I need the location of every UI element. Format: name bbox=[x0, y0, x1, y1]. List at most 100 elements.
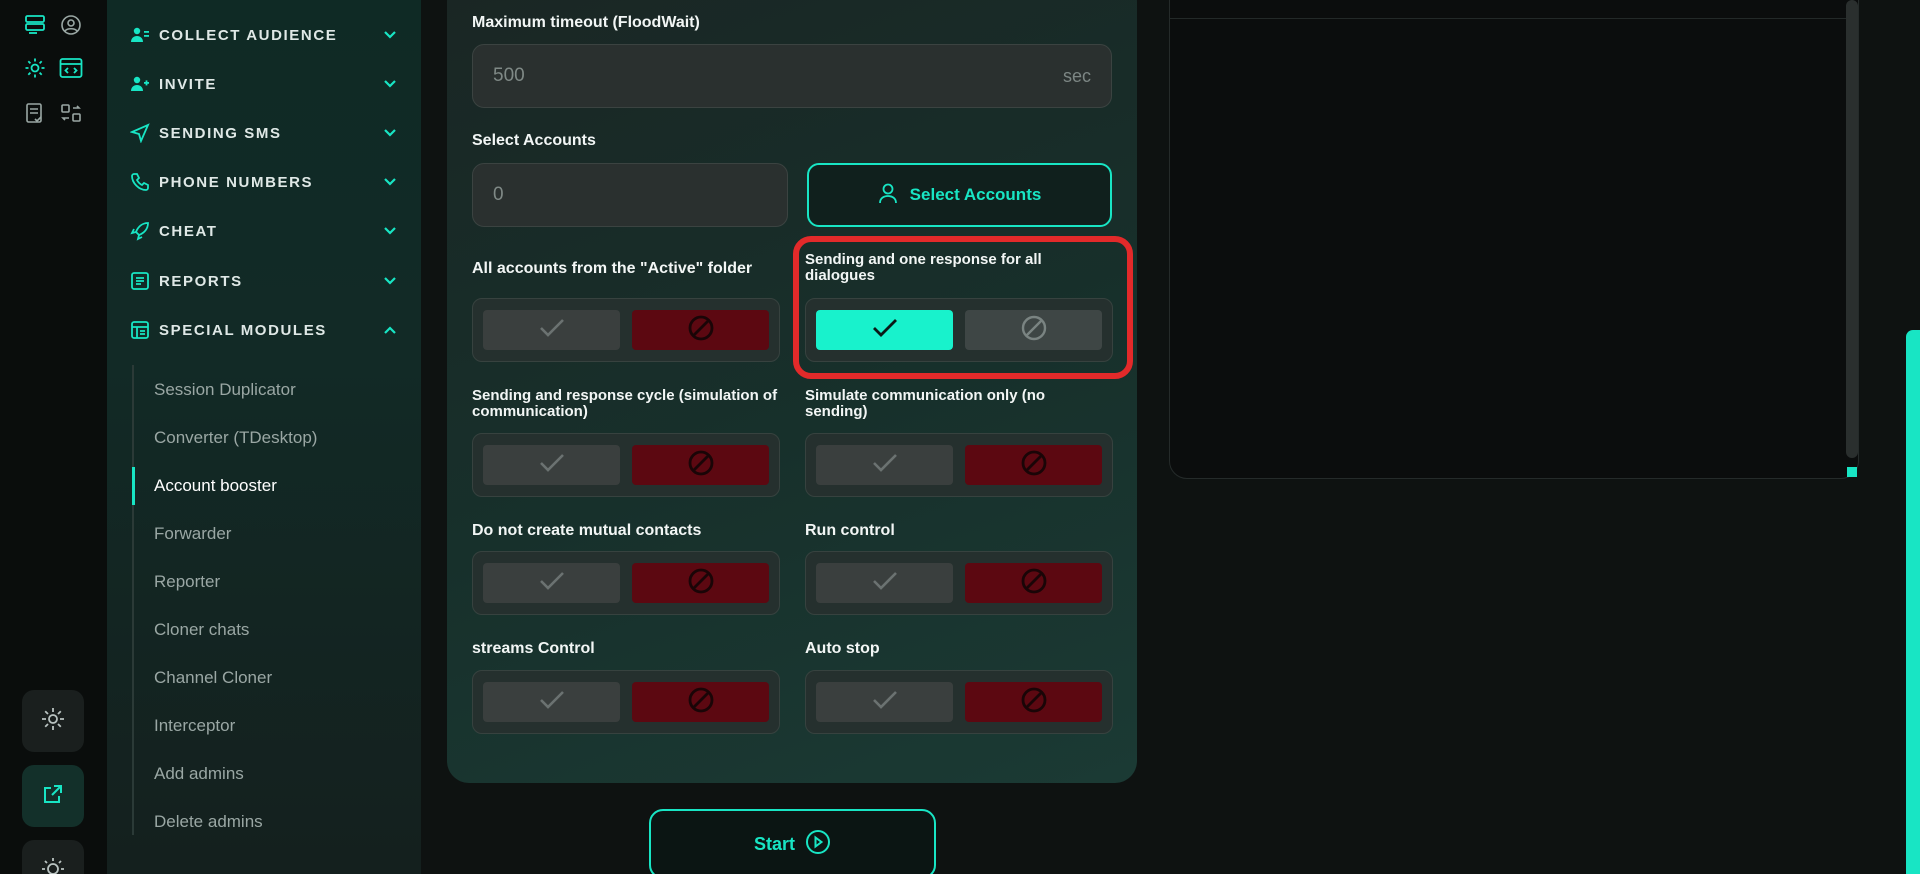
no-mutual-yes-button[interactable] bbox=[483, 563, 620, 603]
auto-stop-label: Auto stop bbox=[805, 640, 880, 657]
select-accounts-button[interactable]: Select Accounts bbox=[807, 163, 1112, 227]
active-folder-no-button[interactable] bbox=[632, 310, 769, 350]
simulate-only-yes-button[interactable] bbox=[816, 445, 953, 485]
active-folder-yes-button[interactable] bbox=[483, 310, 620, 350]
gear-icon[interactable] bbox=[22, 55, 48, 81]
sidebar-item-sending-sms[interactable]: SENDING SMS bbox=[129, 118, 399, 148]
play-circle-icon bbox=[795, 829, 831, 860]
submenu-item[interactable]: Forwarder bbox=[154, 524, 231, 544]
highlight-box bbox=[793, 236, 1133, 379]
response-cycle-yes-button[interactable] bbox=[483, 445, 620, 485]
log-panel bbox=[1169, 0, 1859, 479]
auto-stop-yes-button[interactable] bbox=[816, 682, 953, 722]
simulate-only-no-button[interactable] bbox=[965, 445, 1102, 485]
resize-handle[interactable] bbox=[1847, 467, 1857, 477]
sidebar-item-reports[interactable]: REPORTS bbox=[129, 266, 399, 296]
simulate-only-toggle bbox=[805, 433, 1113, 497]
code-window-icon[interactable] bbox=[58, 55, 84, 81]
run-control-yes-button[interactable] bbox=[816, 563, 953, 603]
active-folder-toggle bbox=[472, 298, 780, 362]
check-icon bbox=[538, 452, 566, 479]
check-icon bbox=[538, 570, 566, 597]
database-icon[interactable] bbox=[22, 12, 48, 38]
select-accounts-button-label: Select Accounts bbox=[909, 185, 1042, 204]
users-icon bbox=[129, 24, 151, 46]
active-indicator bbox=[132, 467, 135, 505]
app-window: COLLECT AUDIENCE INVITE SENDING SMS PHON… bbox=[0, 0, 1920, 874]
submenu-item[interactable]: Cloner chats bbox=[154, 620, 249, 640]
chevron-down-icon bbox=[381, 272, 399, 290]
run-control-label: Run control bbox=[805, 522, 895, 539]
response-cycle-no-button[interactable] bbox=[632, 445, 769, 485]
simulate-only-label: Simulate communication only (no sending) bbox=[805, 387, 1046, 420]
check-icon bbox=[871, 452, 899, 479]
no-mutual-no-button[interactable] bbox=[632, 563, 769, 603]
run-control-toggle bbox=[805, 551, 1113, 615]
start-button[interactable]: Start bbox=[649, 809, 936, 874]
auto-stop-no-button[interactable] bbox=[965, 682, 1102, 722]
ban-icon bbox=[1020, 686, 1048, 719]
external-link-button[interactable] bbox=[22, 765, 84, 827]
accounts-count-input[interactable]: 0 bbox=[472, 163, 788, 227]
sidebar-item-special-modules[interactable]: SPECIAL MODULES bbox=[129, 315, 399, 345]
streams-control-no-button[interactable] bbox=[632, 682, 769, 722]
check-icon bbox=[871, 689, 899, 716]
checklist-icon[interactable] bbox=[22, 100, 48, 126]
ban-icon bbox=[1020, 567, 1048, 600]
profile-icon[interactable] bbox=[58, 12, 84, 38]
modules-icon bbox=[129, 319, 151, 341]
chevron-down-icon bbox=[381, 124, 399, 142]
check-icon bbox=[538, 317, 566, 344]
streams-control-label: streams Control bbox=[472, 640, 595, 657]
submenu-item-active[interactable]: Account booster bbox=[154, 476, 277, 496]
sidebar-item-phone-numbers[interactable]: PHONE NUMBERS bbox=[129, 167, 399, 197]
submenu-item[interactable]: Delete admins bbox=[154, 812, 263, 832]
submenu-item[interactable]: Converter (TDesktop) bbox=[154, 428, 317, 448]
active-folder-label: All accounts from the "Active" folder bbox=[472, 260, 753, 277]
phone-icon bbox=[129, 171, 151, 193]
check-icon bbox=[538, 689, 566, 716]
theme-button[interactable] bbox=[22, 840, 84, 874]
settings-icon bbox=[40, 706, 66, 737]
external-link-icon bbox=[41, 782, 65, 811]
submenu-item[interactable]: Session Duplicator bbox=[154, 380, 296, 400]
settings-button[interactable] bbox=[22, 690, 84, 752]
user-icon bbox=[878, 182, 910, 209]
chevron-down-icon bbox=[381, 75, 399, 93]
timeout-label: Maximum timeout (FloodWait) bbox=[472, 14, 700, 31]
chevron-down-icon bbox=[381, 173, 399, 191]
sidebar-item-invite[interactable]: INVITE bbox=[129, 69, 399, 99]
streams-control-toggle bbox=[472, 670, 780, 734]
streams-control-yes-button[interactable] bbox=[483, 682, 620, 722]
user-plus-icon bbox=[129, 73, 151, 95]
select-accounts-label: Select Accounts bbox=[472, 132, 596, 149]
sidebar-item-cheat[interactable]: CHEAT bbox=[129, 216, 399, 246]
response-cycle-toggle bbox=[472, 433, 780, 497]
chevron-up-icon bbox=[381, 321, 399, 339]
submenu-item[interactable]: Channel Cloner bbox=[154, 668, 272, 688]
timeout-suffix: sec bbox=[1062, 65, 1091, 86]
submenu-item[interactable]: Add admins bbox=[154, 764, 244, 784]
check-icon bbox=[871, 570, 899, 597]
submenu-item[interactable]: Reporter bbox=[154, 572, 220, 592]
icon-rail bbox=[0, 0, 107, 874]
timeout-input[interactable]: 500 sec bbox=[472, 44, 1112, 108]
response-cycle-label: Sending and response cycle (simulation o… bbox=[472, 387, 778, 420]
timeout-value: 500 bbox=[493, 65, 525, 86]
log-scrollbar[interactable] bbox=[1846, 0, 1858, 458]
chevron-down-icon bbox=[381, 26, 399, 44]
page-scrollbar[interactable] bbox=[1906, 330, 1920, 874]
ban-icon bbox=[687, 567, 715, 600]
sidebar: COLLECT AUDIENCE INVITE SENDING SMS PHON… bbox=[107, 0, 421, 874]
swap-icon[interactable] bbox=[58, 100, 84, 126]
chevron-down-icon bbox=[381, 222, 399, 240]
send-icon bbox=[129, 122, 151, 144]
auto-stop-toggle bbox=[805, 670, 1113, 734]
accounts-count-value: 0 bbox=[493, 184, 504, 205]
start-button-label: Start bbox=[753, 833, 795, 854]
run-control-no-button[interactable] bbox=[965, 563, 1102, 603]
sidebar-item-collect-audience[interactable]: COLLECT AUDIENCE bbox=[129, 20, 399, 50]
log-toolbar bbox=[1170, 0, 1858, 19]
no-mutual-toggle bbox=[472, 551, 780, 615]
submenu-item[interactable]: Interceptor bbox=[154, 716, 235, 736]
